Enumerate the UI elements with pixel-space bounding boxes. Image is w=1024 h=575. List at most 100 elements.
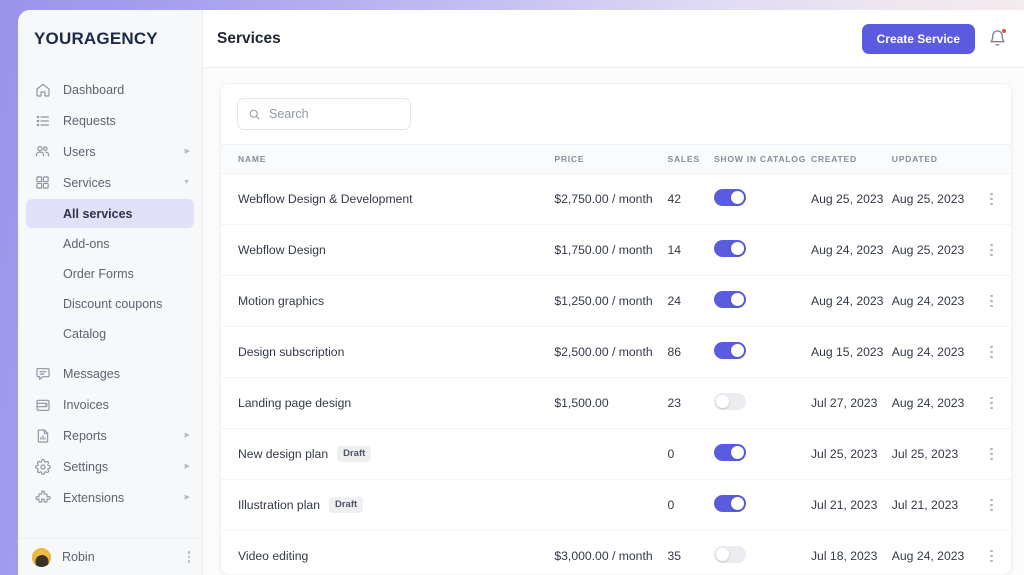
sidebar-item-services[interactable]: Services ▼ bbox=[18, 167, 202, 198]
brand-logo[interactable]: YOURAGENCY bbox=[18, 10, 202, 68]
puzzle-icon bbox=[34, 489, 51, 506]
sidebar-item-add-ons[interactable]: Add-ons bbox=[26, 229, 194, 258]
sidebar-item-order-forms[interactable]: Order Forms bbox=[26, 259, 194, 288]
status-badge: Draft bbox=[328, 497, 364, 513]
row-menu-icon[interactable] bbox=[973, 192, 1011, 206]
table-header-row: NAME PRICE SALES SHOW IN CATALOG CREATED… bbox=[221, 144, 1011, 174]
table-row[interactable]: Design subscription $2,500.00 / month 86 Au… bbox=[221, 326, 1011, 378]
content-area: NAME PRICE SALES SHOW IN CATALOG CREATED… bbox=[203, 68, 1024, 575]
column-header-price[interactable]: PRICE bbox=[554, 145, 667, 174]
topbar-actions: Create Service bbox=[861, 23, 1007, 54]
sidebar-item-invoices[interactable]: Invoices bbox=[18, 389, 202, 420]
table-row[interactable]: Landing page design $1,500.00 23 Jul 27, 20… bbox=[221, 377, 1011, 429]
chevron-down-icon: ▼ bbox=[183, 179, 190, 186]
sidebar-item-settings[interactable]: Settings ▶ bbox=[18, 451, 202, 482]
show-in-catalog-toggle[interactable] bbox=[713, 189, 746, 206]
row-menu-icon[interactable] bbox=[973, 396, 1011, 410]
table-row[interactable]: Webflow Design $1,750.00 / month 14 Aug 24,… bbox=[221, 224, 1011, 276]
row-menu-icon[interactable] bbox=[973, 294, 1011, 308]
cell-price bbox=[554, 479, 668, 531]
table-row[interactable]: Webflow Design & Development $2,750.00 / … bbox=[221, 173, 1011, 225]
cell-actions bbox=[972, 326, 1011, 378]
sidebar-item-dashboard[interactable]: Dashboard bbox=[18, 74, 202, 105]
show-in-catalog-toggle[interactable] bbox=[713, 495, 746, 512]
sidebar-item-discount-coupons[interactable]: Discount coupons bbox=[26, 289, 194, 318]
show-in-catalog-toggle[interactable] bbox=[713, 240, 746, 257]
show-in-catalog-toggle[interactable] bbox=[713, 393, 746, 410]
show-in-catalog-toggle[interactable] bbox=[713, 291, 746, 308]
notification-badge-dot bbox=[1002, 29, 1006, 33]
cell-actions bbox=[972, 275, 1011, 327]
chevron-right-icon: ▶ bbox=[184, 432, 190, 439]
user-menu-icon[interactable] bbox=[187, 551, 190, 563]
sidebar-item-extensions[interactable]: Extensions ▶ bbox=[18, 482, 202, 513]
cell-updated: Aug 24, 2023 bbox=[891, 530, 973, 574]
sidebar-item-label: Reports bbox=[63, 428, 107, 443]
cell-name: Design subscription bbox=[221, 326, 555, 378]
service-name: Motion graphics bbox=[238, 294, 325, 308]
column-header-updated[interactable]: UPDATED bbox=[892, 145, 973, 174]
column-header-sales[interactable]: SALES bbox=[668, 145, 714, 174]
create-service-button[interactable]: Create Service bbox=[861, 23, 975, 54]
row-menu-icon[interactable] bbox=[973, 243, 1011, 257]
brand-name: YOURAGENCY bbox=[34, 29, 158, 48]
service-name: Landing page design bbox=[238, 396, 352, 410]
row-menu-icon[interactable] bbox=[973, 498, 1011, 512]
main-area: Services Create Service Search NAME PRIC… bbox=[203, 10, 1024, 575]
service-name: New design plan bbox=[238, 446, 329, 461]
search-box[interactable] bbox=[237, 98, 411, 130]
sidebar-item-users[interactable]: Users ▶ bbox=[18, 136, 202, 167]
cell-created: Jul 18, 2023 bbox=[810, 530, 892, 574]
users-icon bbox=[34, 143, 51, 160]
sidebar-item-reports[interactable]: Reports ▶ bbox=[18, 420, 202, 451]
sidebar-item-all-services[interactable]: All services bbox=[26, 199, 194, 228]
grid-icon bbox=[34, 174, 51, 191]
table-head: NAME PRICE SALES SHOW IN CATALOG CREATED… bbox=[221, 144, 1011, 174]
chevron-right-icon: ▶ bbox=[184, 494, 190, 501]
sidebar: YOURAGENCY Dashboard Requests Users ▶ Se… bbox=[18, 10, 203, 575]
services-card: NAME PRICE SALES SHOW IN CATALOG CREATED… bbox=[220, 83, 1012, 575]
show-in-catalog-toggle[interactable] bbox=[713, 546, 746, 563]
table-row[interactable]: Video editing $3,000.00 / month 35 Jul 18, … bbox=[221, 530, 1011, 574]
sidebar-item-label: Services bbox=[63, 175, 111, 190]
cell-sales: 14 bbox=[667, 224, 714, 276]
column-header-name[interactable]: NAME bbox=[221, 145, 554, 174]
sidebar-user-profile[interactable]: Robin bbox=[18, 538, 202, 575]
sidebar-item-label: Settings bbox=[63, 459, 109, 474]
row-menu-icon[interactable] bbox=[973, 345, 1011, 359]
topbar: Services Create Service bbox=[203, 10, 1024, 68]
cell-sales: 86 bbox=[667, 326, 714, 378]
home-icon bbox=[34, 81, 51, 98]
cell-name: Webflow Design & Development bbox=[221, 173, 555, 225]
user-name: Robin bbox=[62, 550, 95, 564]
cell-price bbox=[554, 428, 668, 480]
cell-name: New design plan Draft bbox=[221, 428, 555, 480]
search-icon bbox=[249, 109, 260, 119]
cell-created: Aug 24, 2023 bbox=[810, 224, 892, 276]
sidebar-item-requests[interactable]: Requests bbox=[18, 105, 202, 136]
service-name: Webflow Design bbox=[238, 243, 326, 257]
column-header-created[interactable]: CREATED bbox=[811, 145, 892, 174]
sidebar-item-label: Dashboard bbox=[63, 82, 125, 97]
search-input[interactable] bbox=[269, 107, 400, 121]
column-header-catalog[interactable]: SHOW IN CATALOG bbox=[714, 145, 811, 174]
cell-created: Aug 24, 2023 bbox=[810, 275, 892, 327]
row-menu-icon[interactable] bbox=[973, 447, 1011, 461]
show-in-catalog-toggle[interactable] bbox=[713, 444, 746, 461]
cell-sales: 0 bbox=[667, 428, 714, 480]
page-title: Services bbox=[217, 29, 281, 47]
show-in-catalog-toggle[interactable] bbox=[713, 342, 746, 359]
cell-updated: Jul 21, 2023 bbox=[891, 479, 973, 531]
sidebar-item-catalog[interactable]: Catalog bbox=[26, 319, 194, 348]
table-row[interactable]: Motion graphics $1,250.00 / month 24 Aug 24… bbox=[221, 275, 1011, 327]
notifications-button[interactable] bbox=[988, 29, 1007, 48]
cell-name: Illustration plan Draft bbox=[221, 479, 555, 531]
sidebar-item-messages[interactable]: Messages bbox=[18, 358, 202, 389]
cell-updated: Aug 24, 2023 bbox=[891, 275, 973, 327]
table-row[interactable]: Illustration plan Draft 0 Jul 21, 2023 Jul 2… bbox=[221, 479, 1011, 531]
wallet-icon bbox=[34, 396, 51, 413]
table-row[interactable]: New design plan Draft 0 Jul 25, 2023 Jul 25,… bbox=[221, 428, 1011, 480]
cell-created: Aug 15, 2023 bbox=[810, 326, 892, 378]
row-menu-icon[interactable] bbox=[973, 549, 1011, 563]
sidebar-item-label: Requests bbox=[63, 113, 116, 128]
